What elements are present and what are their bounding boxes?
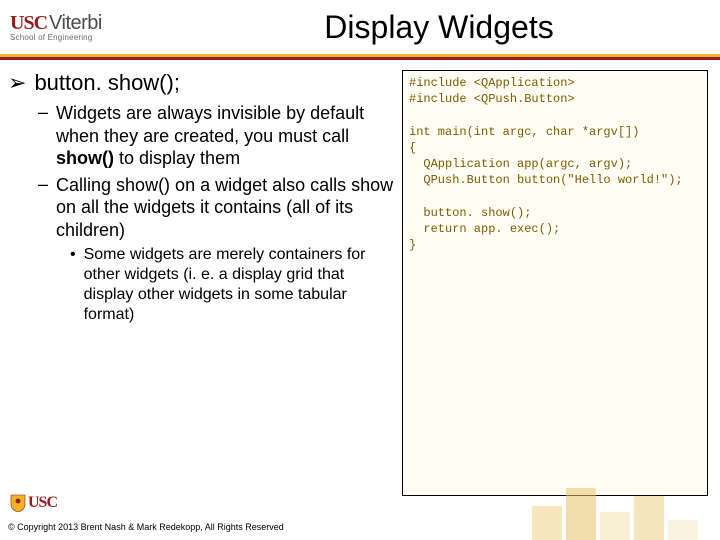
bullet-level2a-bold: show() [56, 148, 114, 168]
slide: USC Viterbi School of Engineering Displa… [0, 0, 720, 540]
usc-footer-text: USC [28, 494, 57, 512]
viterbi-logo: USC Viterbi School of Engineering [0, 12, 158, 42]
deco-bar-icon [532, 506, 562, 540]
logo-subtitle: School of Engineering [10, 33, 92, 42]
bullet-level1: ➢ button. show(); [8, 70, 396, 96]
dash-icon: – [38, 174, 48, 242]
copyright-text: © Copyright 2013 Brent Nash & Mark Redek… [8, 522, 284, 532]
right-column: #include <QApplication> #include <QPush.… [402, 70, 708, 496]
deco-bar-icon [600, 512, 630, 540]
bullet-level2b-text: Calling show() on a widget also calls sh… [56, 174, 396, 242]
code-block: #include <QApplication> #include <QPush.… [402, 70, 708, 496]
header: USC Viterbi School of Engineering Displa… [0, 0, 720, 54]
slide-title: Display Widgets [158, 9, 720, 46]
bullet-level2a-post: to display them [114, 148, 240, 168]
bullet-level2: – Widgets are always invisible by defaul… [38, 102, 396, 170]
slide-body: ➢ button. show(); – Widgets are always i… [0, 60, 720, 496]
bullet-level3-text: Some widgets are merely containers for o… [84, 245, 396, 325]
bullet-level3: • Some widgets are merely containers for… [70, 245, 396, 325]
deco-bar-icon [668, 520, 698, 540]
logo-usc-text: USC [10, 12, 47, 35]
shield-icon [10, 494, 26, 512]
dot-icon: • [70, 245, 76, 325]
deco-bar-icon [634, 496, 664, 540]
usc-footer-logo: USC [10, 494, 57, 512]
dash-icon: – [38, 102, 48, 170]
bullet-level2a-pre: Widgets are always invisible by default … [56, 103, 364, 146]
arrow-icon: ➢ [8, 70, 26, 96]
bullet-level1-text: button. show(); [34, 70, 180, 96]
left-column: ➢ button. show(); – Widgets are always i… [8, 70, 396, 496]
logo-viterbi-text: Viterbi [49, 12, 102, 35]
bullet-level2: – Calling show() on a widget also calls … [38, 174, 396, 242]
bullet-level2a-text: Widgets are always invisible by default … [56, 102, 396, 170]
